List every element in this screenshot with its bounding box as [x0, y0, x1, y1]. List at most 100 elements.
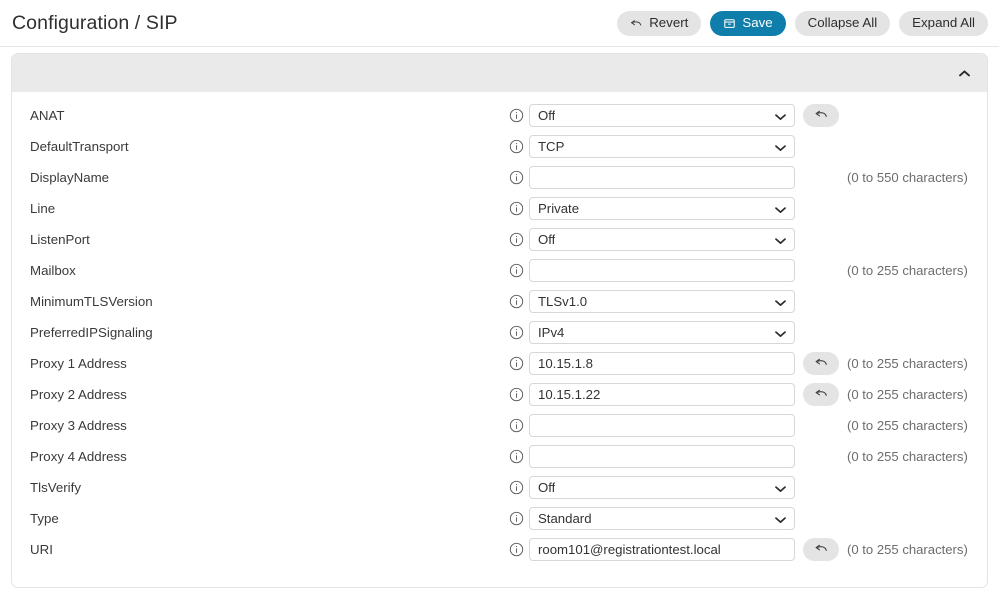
info-circle-icon[interactable]: [509, 356, 524, 371]
settings-row-label: ListenPort: [30, 232, 90, 247]
info-circle-icon[interactable]: [509, 418, 524, 433]
settings-row: Proxy 1 Address 10.15.1.8 (0 to 255 charac…: [12, 348, 987, 379]
row-revert-button[interactable]: [803, 104, 839, 127]
save-button-label: Save: [742, 15, 773, 31]
settings-row-label: Proxy 3 Address: [30, 418, 127, 433]
settings-row-input[interactable]: 10.15.1.22: [529, 383, 795, 406]
settings-row-select[interactable]: Standard: [529, 507, 795, 530]
settings-row: TlsVerify Off: [12, 472, 987, 503]
settings-row-input[interactable]: [529, 445, 795, 468]
settings-row-label: PreferredIPSignaling: [30, 325, 153, 340]
info-circle-icon[interactable]: [509, 139, 524, 154]
settings-row-label: Mailbox: [30, 263, 76, 278]
settings-row: DisplayName (0 to 550 characters): [12, 162, 987, 193]
settings-row-select-value: Standard: [538, 511, 592, 526]
settings-row-input[interactable]: [529, 414, 795, 437]
info-circle-icon[interactable]: [509, 170, 524, 185]
page-title: Configuration / SIP: [12, 11, 178, 34]
settings-row-input-value: 10.15.1.22: [538, 387, 601, 402]
collapse-all-button[interactable]: Collapse All: [794, 10, 891, 36]
chevron-down-icon: [775, 139, 786, 154]
info-circle-icon[interactable]: [509, 325, 524, 340]
settings-row-label: Proxy 2 Address: [30, 387, 127, 402]
chevron-down-icon: [775, 511, 786, 526]
settings-card: ANAT Off DefaultTransport TCP DisplayName (0 …: [11, 53, 988, 588]
settings-row-input-value: room101@registrationtest.local: [538, 542, 721, 557]
settings-row-label: Proxy 1 Address: [30, 356, 127, 371]
settings-row-label: Type: [30, 511, 59, 526]
settings-row-select[interactable]: Off: [529, 104, 795, 127]
settings-row-input[interactable]: room101@registrationtest.local: [529, 538, 795, 561]
settings-row-select[interactable]: Off: [529, 228, 795, 251]
info-circle-icon[interactable]: [509, 449, 524, 464]
expand-all-button[interactable]: Expand All: [899, 10, 988, 36]
settings-row: Proxy 4 Address (0 to 255 characters): [12, 441, 987, 472]
chevron-down-icon: [775, 294, 786, 309]
settings-rows: ANAT Off DefaultTransport TCP DisplayName (0 …: [12, 92, 987, 587]
settings-row-select-value: Off: [538, 480, 556, 495]
info-circle-icon[interactable]: [509, 542, 524, 557]
settings-row-label: URI: [30, 542, 53, 557]
settings-row-label: ANAT: [30, 108, 65, 123]
settings-row-input[interactable]: 10.15.1.8: [529, 352, 795, 375]
info-circle-icon[interactable]: [509, 387, 524, 402]
settings-row: URI room101@registrationtest.local (0 to 2…: [12, 534, 987, 565]
chevron-down-icon: [775, 201, 786, 216]
settings-row-select[interactable]: TCP: [529, 135, 795, 158]
settings-row-select-value: IPv4: [538, 325, 565, 340]
settings-row: Line Private: [12, 193, 987, 224]
info-circle-icon[interactable]: [509, 232, 524, 247]
row-revert-button[interactable]: [803, 352, 839, 375]
undo-arrow-icon: [814, 355, 829, 373]
settings-row: DefaultTransport TCP: [12, 131, 987, 162]
chevron-down-icon: [775, 108, 786, 123]
row-revert-button[interactable]: [803, 383, 839, 406]
settings-row-label: TlsVerify: [30, 480, 81, 495]
settings-row: Proxy 2 Address 10.15.1.22 (0 to 255 chara…: [12, 379, 987, 410]
settings-row: MinimumTLSVersion TLSv1.0: [12, 286, 987, 317]
settings-row: ListenPort Off: [12, 224, 987, 255]
info-circle-icon[interactable]: [509, 511, 524, 526]
settings-row-input-value: 10.15.1.8: [538, 356, 593, 371]
revert-button[interactable]: Revert: [617, 10, 702, 36]
row-revert-button[interactable]: [803, 538, 839, 561]
settings-row: Mailbox (0 to 255 characters): [12, 255, 987, 286]
settings-row-select[interactable]: Off: [529, 476, 795, 499]
settings-row-hint: (0 to 255 characters): [847, 542, 968, 557]
chevron-up-icon[interactable]: [956, 65, 972, 81]
info-circle-icon[interactable]: [509, 294, 524, 309]
revert-button-label: Revert: [649, 15, 689, 31]
settings-row-select-value: TCP: [538, 139, 565, 154]
settings-row-hint: (0 to 255 characters): [847, 418, 968, 433]
settings-row-hint: (0 to 255 characters): [847, 387, 968, 402]
settings-row: Proxy 3 Address (0 to 255 characters): [12, 410, 987, 441]
settings-row-input[interactable]: [529, 166, 795, 189]
info-circle-icon[interactable]: [509, 108, 524, 123]
collapse-all-button-label: Collapse All: [807, 15, 878, 31]
chevron-down-icon: [775, 232, 786, 247]
undo-arrow-icon: [814, 541, 829, 559]
settings-row-select[interactable]: Private: [529, 197, 795, 220]
settings-row-select[interactable]: TLSv1.0: [529, 290, 795, 313]
top-bar: Configuration / SIP Revert Save Collapse…: [0, 0, 999, 47]
settings-row-select-value: TLSv1.0: [538, 294, 588, 309]
settings-row-label: DisplayName: [30, 170, 110, 185]
info-circle-icon[interactable]: [509, 480, 524, 495]
settings-row-select[interactable]: IPv4: [529, 321, 795, 344]
settings-row-hint: (0 to 255 characters): [847, 449, 968, 464]
undo-arrow-icon: [814, 386, 829, 404]
info-circle-icon[interactable]: [509, 263, 524, 278]
settings-row-select-value: Private: [538, 201, 580, 216]
settings-row-label: DefaultTransport: [30, 139, 129, 154]
save-disk-icon: [723, 17, 736, 30]
chevron-down-icon: [775, 480, 786, 495]
save-button[interactable]: Save: [710, 10, 786, 36]
settings-row-input[interactable]: [529, 259, 795, 282]
info-circle-icon[interactable]: [509, 201, 524, 216]
settings-row-hint: (0 to 255 characters): [847, 356, 968, 371]
settings-row-label: Line: [30, 201, 56, 216]
settings-card-header: [12, 54, 987, 92]
settings-row: ANAT Off: [12, 100, 987, 131]
toolbar-actions: Revert Save Collapse All Expand All: [617, 10, 988, 36]
settings-row-select-value: Off: [538, 232, 556, 247]
